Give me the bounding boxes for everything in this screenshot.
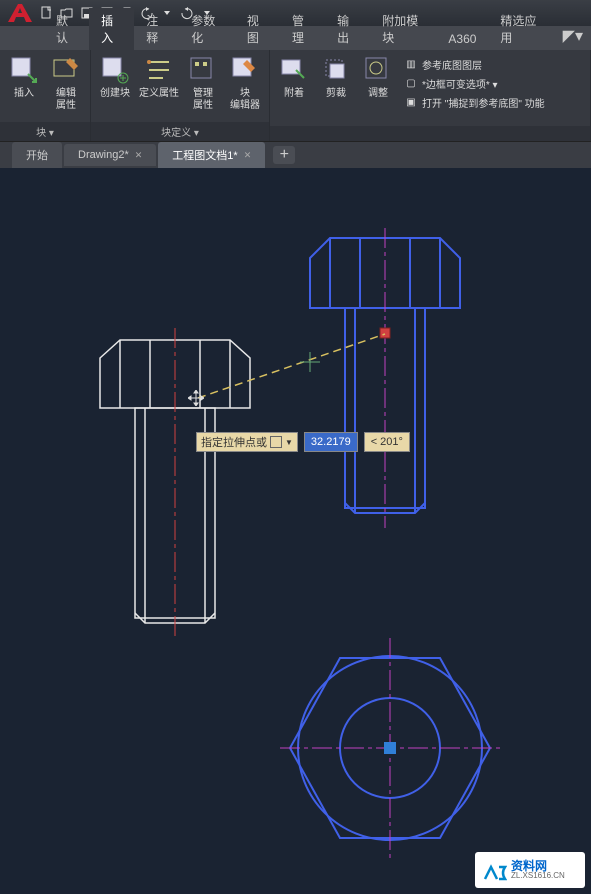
ribbon-tab-manage[interactable]: 管理 xyxy=(280,8,325,50)
ribbon-tab-addins[interactable]: 附加模块 xyxy=(370,8,436,50)
ribbon-tab-featured[interactable]: 精选应用 xyxy=(488,8,554,50)
block-editor-label: 块 编辑器 xyxy=(230,88,260,112)
prompt-text-box: 指定拉伸点或 ▼ xyxy=(196,432,298,452)
doc-tab-drawing2[interactable]: Drawing2* ✕ xyxy=(64,144,156,166)
frame-icon: ▢ xyxy=(404,77,418,91)
insert-block-label: 插入 xyxy=(14,88,34,100)
ribbon-tab-view[interactable]: 视图 xyxy=(235,8,280,50)
manage-attr-button[interactable]: 管理 属性 xyxy=(185,54,221,122)
define-attr-label: 定义属性 xyxy=(139,88,179,100)
panel-blockdef-title[interactable]: 块定义 ▾ xyxy=(91,122,269,141)
document-tab-bar: 开始 Drawing2* ✕ 工程图文档1* ✕ + xyxy=(0,142,591,168)
doc-tab-drawing2-label: Drawing2* xyxy=(78,149,129,161)
doc-tab-start-label: 开始 xyxy=(26,147,48,163)
create-block-icon xyxy=(99,54,131,86)
manage-attr-label: 管理 属性 xyxy=(193,88,213,112)
dynamic-input-prompt: 指定拉伸点或 ▼ 32.2179 < 201° xyxy=(196,432,410,452)
ribbon-tab-annotate[interactable]: 注释 xyxy=(134,8,179,50)
ribbon-tab-parametric[interactable]: 参数化 xyxy=(179,8,235,50)
insert-block-icon xyxy=(8,54,40,86)
block-editor-button[interactable]: 块 编辑器 xyxy=(227,54,263,122)
ribbon-body: 插入 编辑 属性 块 ▾ 创建块 定义属性 管理 属性 xyxy=(0,50,591,142)
crosshair-icon xyxy=(300,352,320,372)
angle-display: < 201° xyxy=(364,432,410,452)
ribbon-tab-bar: 默认 插入 注释 参数化 视图 管理 输出 附加模块 A360 精选应用 ◤▾ xyxy=(0,26,591,50)
doc-tab-start[interactable]: 开始 xyxy=(12,142,62,168)
prompt-options-icon[interactable] xyxy=(270,436,282,448)
ribbon-tab-insert[interactable]: 插入 xyxy=(89,8,134,50)
adjust-icon xyxy=(362,54,394,86)
edit-attr-label: 编辑 属性 xyxy=(56,88,76,112)
manage-attr-icon xyxy=(187,54,219,86)
ribbon-collapse-icon[interactable]: ◤▾ xyxy=(555,22,591,50)
close-icon[interactable]: ✕ xyxy=(244,150,252,161)
clip-icon xyxy=(320,54,352,86)
create-block-label: 创建块 xyxy=(100,88,130,100)
bolt-top-view xyxy=(280,638,500,858)
ribbon-tab-output[interactable]: 输出 xyxy=(325,8,370,50)
clip-button[interactable]: 剪裁 xyxy=(318,54,354,126)
frames-vary-button[interactable]: ▢ *边框可变选项* ▾ xyxy=(402,75,547,92)
doc-tab-engineering-label: 工程图文档1* xyxy=(172,147,237,163)
insert-block-button[interactable]: 插入 xyxy=(6,54,42,122)
panel-block-title[interactable]: 块 ▾ xyxy=(0,122,90,141)
prompt-text: 指定拉伸点或 xyxy=(201,434,267,450)
snap-icon: ▣ xyxy=(404,96,418,110)
underlay-layers-label: 参考底图图层 xyxy=(422,57,482,72)
edit-attr-button[interactable]: 编辑 属性 xyxy=(48,54,84,122)
create-block-button[interactable]: 创建块 xyxy=(97,54,133,122)
watermark-url: ZL.XS1616.CN xyxy=(511,872,565,880)
frames-vary-label: *边框可变选项* ▾ xyxy=(422,76,498,91)
snap-underlay-label: 打开 "捕捉到参考底图" 功能 xyxy=(422,95,545,110)
doc-tab-engineering[interactable]: 工程图文档1* ✕ xyxy=(158,142,265,168)
close-icon[interactable]: ✕ xyxy=(135,150,143,161)
layers-icon: ▥ xyxy=(404,58,418,72)
drag-line xyxy=(190,328,390,408)
underlay-layers-button[interactable]: ▥ 参考底图图层 xyxy=(402,56,547,73)
watermark-logo-icon xyxy=(481,857,507,883)
block-editor-icon xyxy=(229,54,261,86)
watermark: 资料网 ZL.XS1616.CN xyxy=(475,852,585,888)
define-attr-button[interactable]: 定义属性 xyxy=(139,54,179,122)
app-logo xyxy=(4,2,34,24)
clip-label: 剪裁 xyxy=(326,88,346,100)
attach-icon xyxy=(278,54,310,86)
edit-attr-icon xyxy=(50,54,82,86)
move-cursor-icon xyxy=(188,390,204,406)
drawing-canvas[interactable] xyxy=(0,168,591,894)
adjust-button[interactable]: 调整 xyxy=(360,54,396,126)
panel-ref-title[interactable] xyxy=(270,126,590,141)
new-tab-button[interactable]: + xyxy=(273,146,295,164)
ribbon-tab-default[interactable]: 默认 xyxy=(44,8,89,50)
distance-input[interactable]: 32.2179 xyxy=(304,432,358,452)
attach-button[interactable]: 附着 xyxy=(276,54,312,126)
plus-icon: + xyxy=(280,146,289,164)
define-attr-icon xyxy=(143,54,175,86)
attach-label: 附着 xyxy=(284,88,304,100)
chevron-down-icon[interactable]: ▼ xyxy=(285,438,293,447)
adjust-label: 调整 xyxy=(368,88,388,100)
ribbon-tab-a360[interactable]: A360 xyxy=(436,28,488,50)
snap-underlay-button[interactable]: ▣ 打开 "捕捉到参考底图" 功能 xyxy=(402,94,547,111)
